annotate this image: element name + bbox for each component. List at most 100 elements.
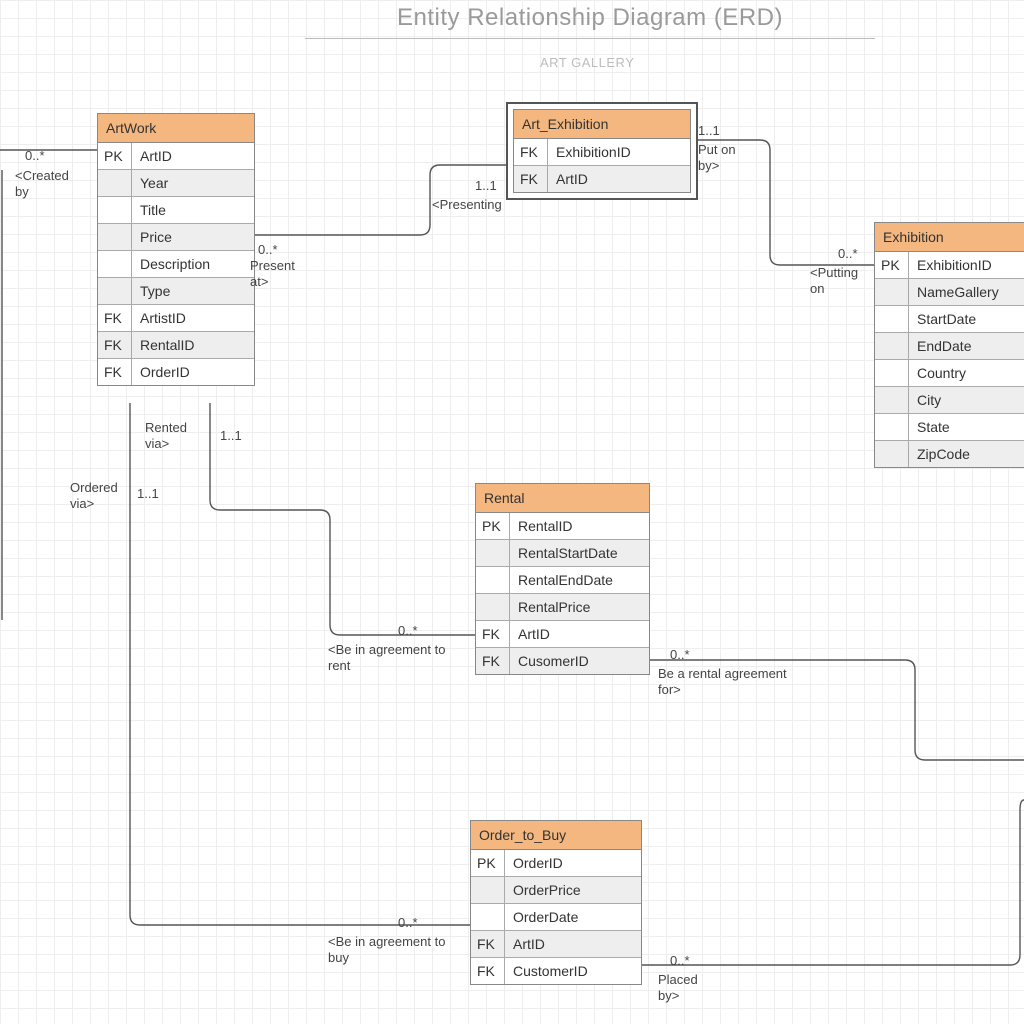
val-cell: ArtistID — [132, 305, 254, 331]
val-cell: Type — [132, 278, 254, 304]
val-cell: Year — [132, 170, 254, 196]
val-cell: RentalEndDate — [510, 567, 649, 593]
mult-created-by: 0..* — [25, 148, 45, 164]
val-cell: NameGallery — [909, 279, 1024, 305]
entity-art-exhibition-wrapper[interactable]: Art_Exhibition FKExhibitionIDFKArtID — [506, 102, 698, 200]
entity-exhibition[interactable]: Exhibition PKExhibitionIDNameGalleryStar… — [874, 222, 1024, 468]
entity-exhibition-title: Exhibition — [875, 223, 1024, 252]
key-cell: FK — [514, 166, 548, 192]
key-cell — [875, 441, 909, 467]
table-row: PKArtID — [98, 143, 254, 169]
diagram-title: Entity Relationship Diagram (ERD) — [305, 4, 875, 32]
val-cell: State — [909, 414, 1024, 440]
table-row: NameGallery — [875, 278, 1024, 305]
table-row: RentalStartDate — [476, 539, 649, 566]
key-cell: PK — [476, 513, 510, 539]
val-cell: ExhibitionID — [548, 139, 690, 165]
val-cell: CustomerID — [505, 958, 641, 984]
table-row: FKRentalID — [98, 331, 254, 358]
table-row: OrderDate — [471, 903, 641, 930]
key-cell: FK — [514, 139, 548, 165]
title-underline — [305, 38, 875, 39]
key-cell — [875, 387, 909, 413]
table-row: PKExhibitionID — [875, 252, 1024, 278]
table-row: FKArtID — [471, 930, 641, 957]
val-cell: Description — [132, 251, 254, 277]
table-row: Title — [98, 196, 254, 223]
table-row: FKCustomerID — [471, 957, 641, 984]
key-cell: FK — [476, 621, 510, 647]
key-cell — [476, 594, 510, 620]
table-row: PKRentalID — [476, 513, 649, 539]
key-cell — [471, 904, 505, 930]
table-row: FKArtID — [476, 620, 649, 647]
mult-put-on-by: 1..1 — [698, 123, 720, 139]
key-cell: FK — [98, 359, 132, 385]
key-cell: FK — [98, 305, 132, 331]
val-cell: RentalID — [132, 332, 254, 358]
mult-ordered-via: 1..1 — [137, 486, 159, 502]
table-row: PKOrderID — [471, 850, 641, 876]
key-cell — [98, 197, 132, 223]
table-row: Price — [98, 223, 254, 250]
mult-rental-for: 0..* — [670, 647, 690, 663]
table-row: RentalPrice — [476, 593, 649, 620]
mult-present-at: 0..* — [258, 242, 278, 258]
val-cell: RentalStartDate — [510, 540, 649, 566]
val-cell: City — [909, 387, 1024, 413]
val-cell: CusomerID — [510, 648, 649, 674]
erd-canvas[interactable]: Entity Relationship Diagram (ERD) ART GA… — [0, 0, 1024, 1024]
table-row: Description — [98, 250, 254, 277]
lbl-present-at: Present at> — [250, 258, 295, 291]
entity-exhibition-rows: PKExhibitionIDNameGalleryStartDateEndDat… — [875, 252, 1024, 467]
key-cell — [98, 170, 132, 196]
val-cell: OrderID — [132, 359, 254, 385]
val-cell: RentalPrice — [510, 594, 649, 620]
key-cell — [875, 306, 909, 332]
key-cell: FK — [476, 648, 510, 674]
val-cell: ExhibitionID — [909, 252, 1024, 278]
lbl-agree-buy: <Be in agreement to buy — [328, 934, 445, 967]
entity-artwork[interactable]: ArtWork PKArtIDYearTitlePriceDescription… — [97, 113, 255, 386]
table-row: OrderPrice — [471, 876, 641, 903]
mult-agree-rent: 0..* — [398, 623, 418, 639]
mult-presenting: 1..1 — [475, 178, 497, 194]
table-row: FKOrderID — [98, 358, 254, 385]
lbl-put-on-by: Put on by> — [698, 142, 736, 175]
entity-order-title: Order_to_Buy — [471, 821, 641, 850]
val-cell: RentalID — [510, 513, 649, 539]
table-row: FKArtistID — [98, 304, 254, 331]
key-cell — [875, 360, 909, 386]
mult-rented-via: 1..1 — [220, 428, 242, 444]
entity-order[interactable]: Order_to_Buy PKOrderIDOrderPriceOrderDat… — [470, 820, 642, 985]
mult-agree-buy: 0..* — [398, 915, 418, 931]
val-cell: ArtID — [510, 621, 649, 647]
key-cell — [476, 540, 510, 566]
val-cell: Country — [909, 360, 1024, 386]
val-cell: OrderID — [505, 850, 641, 876]
mult-putting-on: 0..* — [838, 246, 858, 262]
entity-rental-rows: PKRentalIDRentalStartDateRentalEndDateRe… — [476, 513, 649, 674]
entity-rental[interactable]: Rental PKRentalIDRentalStartDateRentalEn… — [475, 483, 650, 675]
mult-placed-by: 0..* — [670, 953, 690, 969]
table-row: Year — [98, 169, 254, 196]
val-cell: Title — [132, 197, 254, 223]
table-row: FKCusomerID — [476, 647, 649, 674]
table-row: Type — [98, 277, 254, 304]
key-cell — [471, 877, 505, 903]
entity-rental-title: Rental — [476, 484, 649, 513]
key-cell — [875, 279, 909, 305]
val-cell: OrderDate — [505, 904, 641, 930]
lbl-agree-rent: <Be in agreement to rent — [328, 642, 445, 675]
lbl-rental-for: Be a rental agreement for> — [658, 666, 787, 699]
lbl-ordered-via: Ordered via> — [70, 480, 118, 513]
lbl-created-by: <Created by — [15, 168, 69, 201]
entity-artwork-title: ArtWork — [98, 114, 254, 143]
key-cell — [875, 333, 909, 359]
val-cell: Price — [132, 224, 254, 250]
table-row: StartDate — [875, 305, 1024, 332]
entity-art-exhibition-rows: FKExhibitionIDFKArtID — [514, 139, 690, 192]
table-row: FKExhibitionID — [514, 139, 690, 165]
table-row: City — [875, 386, 1024, 413]
key-cell — [476, 567, 510, 593]
